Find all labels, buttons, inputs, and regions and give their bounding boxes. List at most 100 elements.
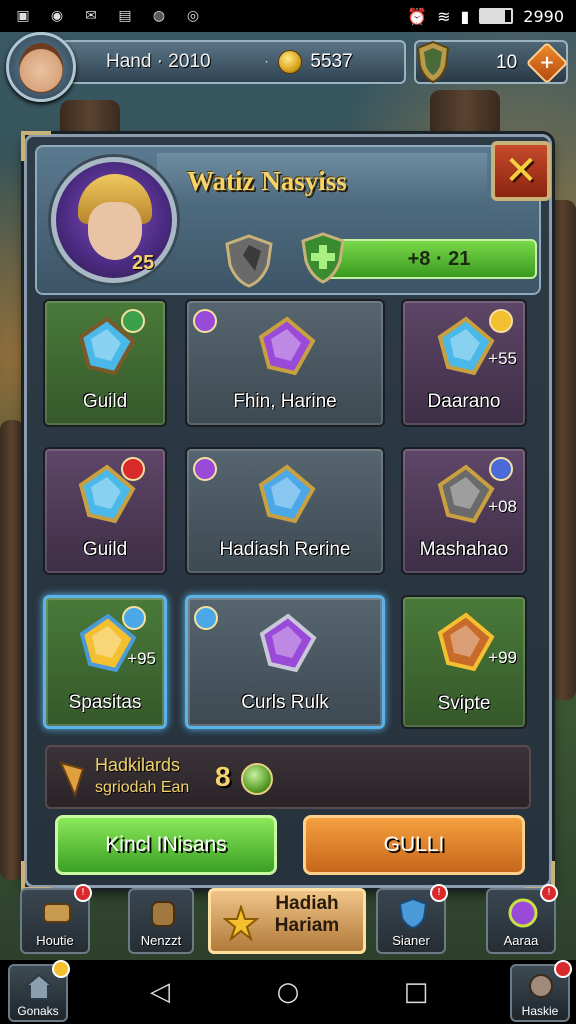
gem-badge-icon <box>489 309 513 333</box>
barrel-icon <box>151 901 175 927</box>
record-icon: ◉ <box>50 8 64 24</box>
coin-count: 5537 <box>310 51 353 72</box>
item-label: Daarano <box>427 391 501 412</box>
home-shortcut-button[interactable]: Gonaks <box>8 960 70 1022</box>
wifi-icon: ≋ <box>437 6 451 26</box>
item-card[interactable]: Guild <box>43 447 167 575</box>
item-icon <box>258 464 316 524</box>
game-icon: ◎ <box>186 8 200 24</box>
mail-icon: ✉ <box>85 8 97 24</box>
join-guild-button[interactable]: Kincl INisans <box>55 815 277 875</box>
item-label: Curls Rulk <box>241 692 329 713</box>
title-bar: Watiz Nasyiss <box>157 153 487 209</box>
recent-apps-button[interactable]: □ <box>398 974 434 1010</box>
tab-label: Houtie <box>36 933 74 948</box>
green-coin-icon <box>241 763 273 795</box>
gem-badge-icon <box>121 309 145 333</box>
gem-count: 10 <box>496 52 518 73</box>
item-label: Guild <box>82 391 128 412</box>
gem-badge-icon <box>121 457 145 481</box>
player-avatar[interactable] <box>6 32 76 102</box>
reward-amount: 8 <box>215 761 231 792</box>
tab-label: Nenzzt <box>140 933 182 948</box>
gem-badge-icon <box>193 309 217 333</box>
home-button[interactable]: ○ <box>270 974 306 1010</box>
tab-label: Sianer <box>392 933 430 948</box>
item-icon <box>259 613 317 673</box>
add-gems-button[interactable]: + <box>525 41 569 85</box>
reward-subtitle: sgriodah Ean <box>95 779 190 796</box>
item-count: +99 <box>488 648 517 667</box>
item-icon <box>258 316 316 376</box>
clock-text: 2990 <box>523 6 564 26</box>
gem-badge-icon <box>122 606 146 630</box>
tab-aaraa[interactable]: Aaraa ! <box>486 884 558 954</box>
item-label: Fhin, Harine <box>233 391 337 412</box>
photo-icon: ▣ <box>16 8 30 24</box>
close-button[interactable]: ✕ <box>491 141 551 201</box>
item-card[interactable]: +55 Daarano <box>401 299 527 427</box>
character-icon <box>529 974 553 998</box>
signal-icon: ▮ <box>460 6 470 26</box>
panel-header: Watiz Nasyiss ✕ 25 +8 · 21 <box>35 141 551 295</box>
notification-badge <box>554 960 572 978</box>
item-card[interactable]: +95 Spasitas <box>43 595 167 729</box>
item-label: Svipte <box>437 693 491 714</box>
alarm-icon: ⏰ <box>407 6 428 26</box>
avatar-face <box>19 43 63 93</box>
panel-title: Watiz Nasyiss <box>187 165 347 196</box>
notification-badge <box>52 960 70 978</box>
tab-label: Hadiah Hariam <box>274 893 340 936</box>
gem-badge-icon <box>194 606 218 630</box>
item-card[interactable]: Fhin, Harine <box>185 299 385 427</box>
status-bar: ▣ ◉ ✉ ▤ ◍ ◎ ⏰ ≋ ▮ 2990 <box>0 0 576 32</box>
plus-icon: + <box>539 52 555 73</box>
tab-label: Aaraa <box>503 933 539 948</box>
shield-icon <box>416 40 450 84</box>
message-icon: ◍ <box>152 8 166 24</box>
battery-icon <box>479 8 514 24</box>
tab-nenzzt[interactable]: Nenzzt <box>128 888 194 954</box>
item-label: Spasitas <box>68 692 142 713</box>
top-hud: Hand · 2010 · 5537 10 + <box>0 32 576 102</box>
item-card[interactable]: +99 Svipte <box>401 595 527 729</box>
item-count: +55 <box>488 349 517 368</box>
item-count: +95 <box>127 649 156 668</box>
item-count: +08 <box>488 497 517 516</box>
orb-icon <box>508 898 538 928</box>
reward-title: Hadkilards <box>95 755 181 775</box>
back-button[interactable]: ◁ <box>142 974 178 1010</box>
tab-sianer[interactable]: Sianer ! <box>376 884 448 954</box>
player-name: Hand · 2010 <box>106 51 211 72</box>
tab-houtie[interactable]: Houtie ! <box>20 884 92 954</box>
item-card[interactable]: +08 Mashahao <box>401 447 527 575</box>
notification-badge: ! <box>430 884 448 902</box>
panel-corner-ornament <box>21 861 51 891</box>
defense-shield-icon[interactable] <box>223 233 275 289</box>
gem-badge-icon <box>193 457 217 481</box>
guild-panel: Watiz Nasyiss ✕ 25 +8 · 21 Guild Fhin, Ha… <box>21 131 555 891</box>
bottom-tab-bar: Houtie ! Nenzzt Hadiah Hariam Sianer ! A… <box>0 884 576 958</box>
item-label: Mashahao <box>419 539 509 560</box>
gem-bar: 10 + <box>414 40 569 85</box>
notification-badge: ! <box>540 884 558 902</box>
hero-portrait[interactable]: 25 <box>51 157 177 283</box>
item-card[interactable]: Hadiash Rerine <box>185 447 385 575</box>
house-icon <box>24 973 54 1000</box>
horn-icon <box>59 761 85 798</box>
reward-row[interactable]: Hadkilards sgriodah Ean 8 <box>45 745 531 809</box>
gem-badge-icon <box>489 457 513 481</box>
heal-shield-icon <box>301 232 345 284</box>
tab-hadiah-hariam[interactable]: Hadiah Hariam <box>208 888 366 954</box>
profile-shortcut-button[interactable]: Haskie <box>510 960 572 1022</box>
player-info-bar: Hand · 2010 · 5537 <box>60 40 406 84</box>
item-icon <box>437 464 495 524</box>
item-card[interactable]: Curls Rulk <box>185 595 385 729</box>
blue-shield-icon <box>398 897 428 930</box>
scroll-icon <box>43 903 71 923</box>
item-card[interactable]: Guild <box>43 299 167 427</box>
item-icon <box>437 316 495 376</box>
guild-button[interactable]: GULLI <box>303 815 525 875</box>
item-label: Guild <box>82 539 128 560</box>
profile-shortcut-label: Haskie <box>521 1004 559 1018</box>
